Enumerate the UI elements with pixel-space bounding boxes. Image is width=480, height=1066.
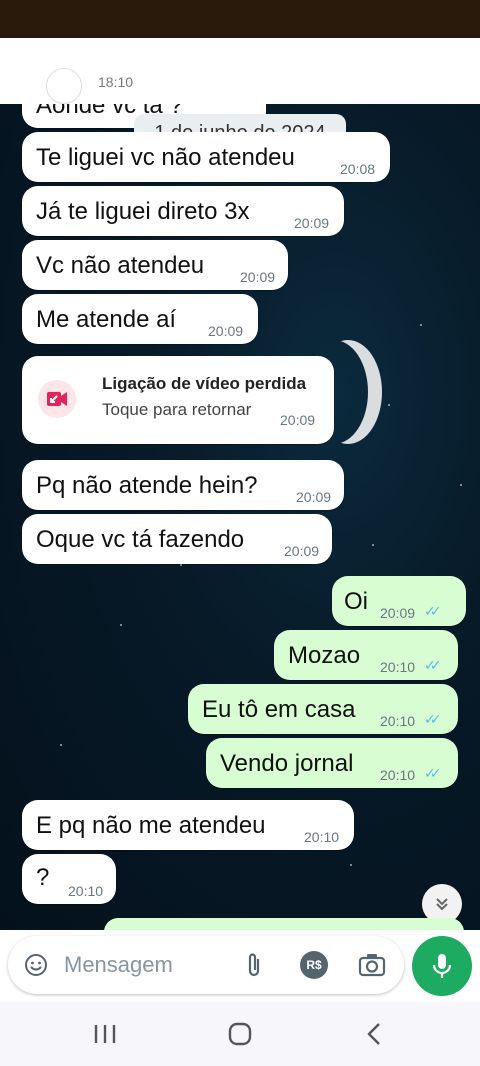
back-icon[interactable] <box>364 1021 384 1052</box>
missed-video-call-icon <box>38 380 76 418</box>
chat-header-overlap: 18:10 <box>0 38 480 104</box>
payment-label: R$ <box>306 958 322 972</box>
outgoing-bubble-partial <box>104 918 464 930</box>
message-placeholder: Mensagem <box>64 952 173 977</box>
message-bubble[interactable]: Vc não atendeu 20:09 <box>22 240 288 290</box>
missed-call-title: Ligação de vídeo perdida <box>102 374 307 393</box>
previous-time: 18:10 <box>98 74 134 90</box>
chat-area[interactable]: Aonde vc tá ? 1 de junho de 2024 Te ligu… <box>0 104 480 930</box>
message-input[interactable]: Mensagem R$ <box>8 936 404 994</box>
message-bubble-outgoing[interactable]: Mozao 20:10 ✓✓ <box>274 630 458 680</box>
read-ticks-icon: ✓✓ <box>424 657 442 673</box>
avatar <box>46 68 82 104</box>
mic-button[interactable] <box>412 936 472 996</box>
message-bubble-outgoing[interactable]: Eu tô em casa 20:10 ✓✓ <box>188 684 458 734</box>
read-ticks-icon: ✓✓ <box>424 603 442 619</box>
payment-icon[interactable]: R$ <box>300 951 328 979</box>
emoji-icon[interactable] <box>24 953 48 982</box>
status-bar <box>0 0 480 38</box>
message-bubble[interactable]: ? 20:10 <box>22 854 116 904</box>
missed-call-bubble[interactable]: Ligação de vídeo perdida Toque para reto… <box>22 356 334 444</box>
system-nav-bar <box>0 1002 480 1066</box>
message-bubble[interactable]: E pq não me atendeu 20:10 <box>22 800 354 850</box>
composer-bar: Mensagem R$ <box>0 930 480 1002</box>
read-ticks-icon: ✓✓ <box>424 711 442 727</box>
read-ticks-icon: ✓✓ <box>424 765 442 781</box>
message-bubble[interactable]: Oque vc tá fazendo 20:09 <box>22 514 332 564</box>
message-bubble[interactable]: Te liguei vc não atendeu 20:08 <box>22 132 390 182</box>
camera-icon[interactable] <box>358 952 386 983</box>
recent-apps-icon[interactable] <box>92 1022 118 1051</box>
home-icon[interactable] <box>227 1021 253 1052</box>
attach-icon[interactable] <box>242 951 266 984</box>
message-bubble-outgoing[interactable]: Oi 20:09 ✓✓ <box>332 576 466 626</box>
mic-icon <box>430 952 454 985</box>
missed-call-subtitle: Toque para retornar <box>102 400 252 419</box>
message-bubble[interactable]: Me atende aí 20:09 <box>22 294 258 344</box>
message-bubble[interactable]: Pq não atende hein? 20:09 <box>22 460 344 510</box>
message-bubble-outgoing[interactable]: Vendo jornal 20:10 ✓✓ <box>206 738 458 788</box>
message-bubble[interactable]: Já te liguei direto 3x 20:09 <box>22 186 344 236</box>
